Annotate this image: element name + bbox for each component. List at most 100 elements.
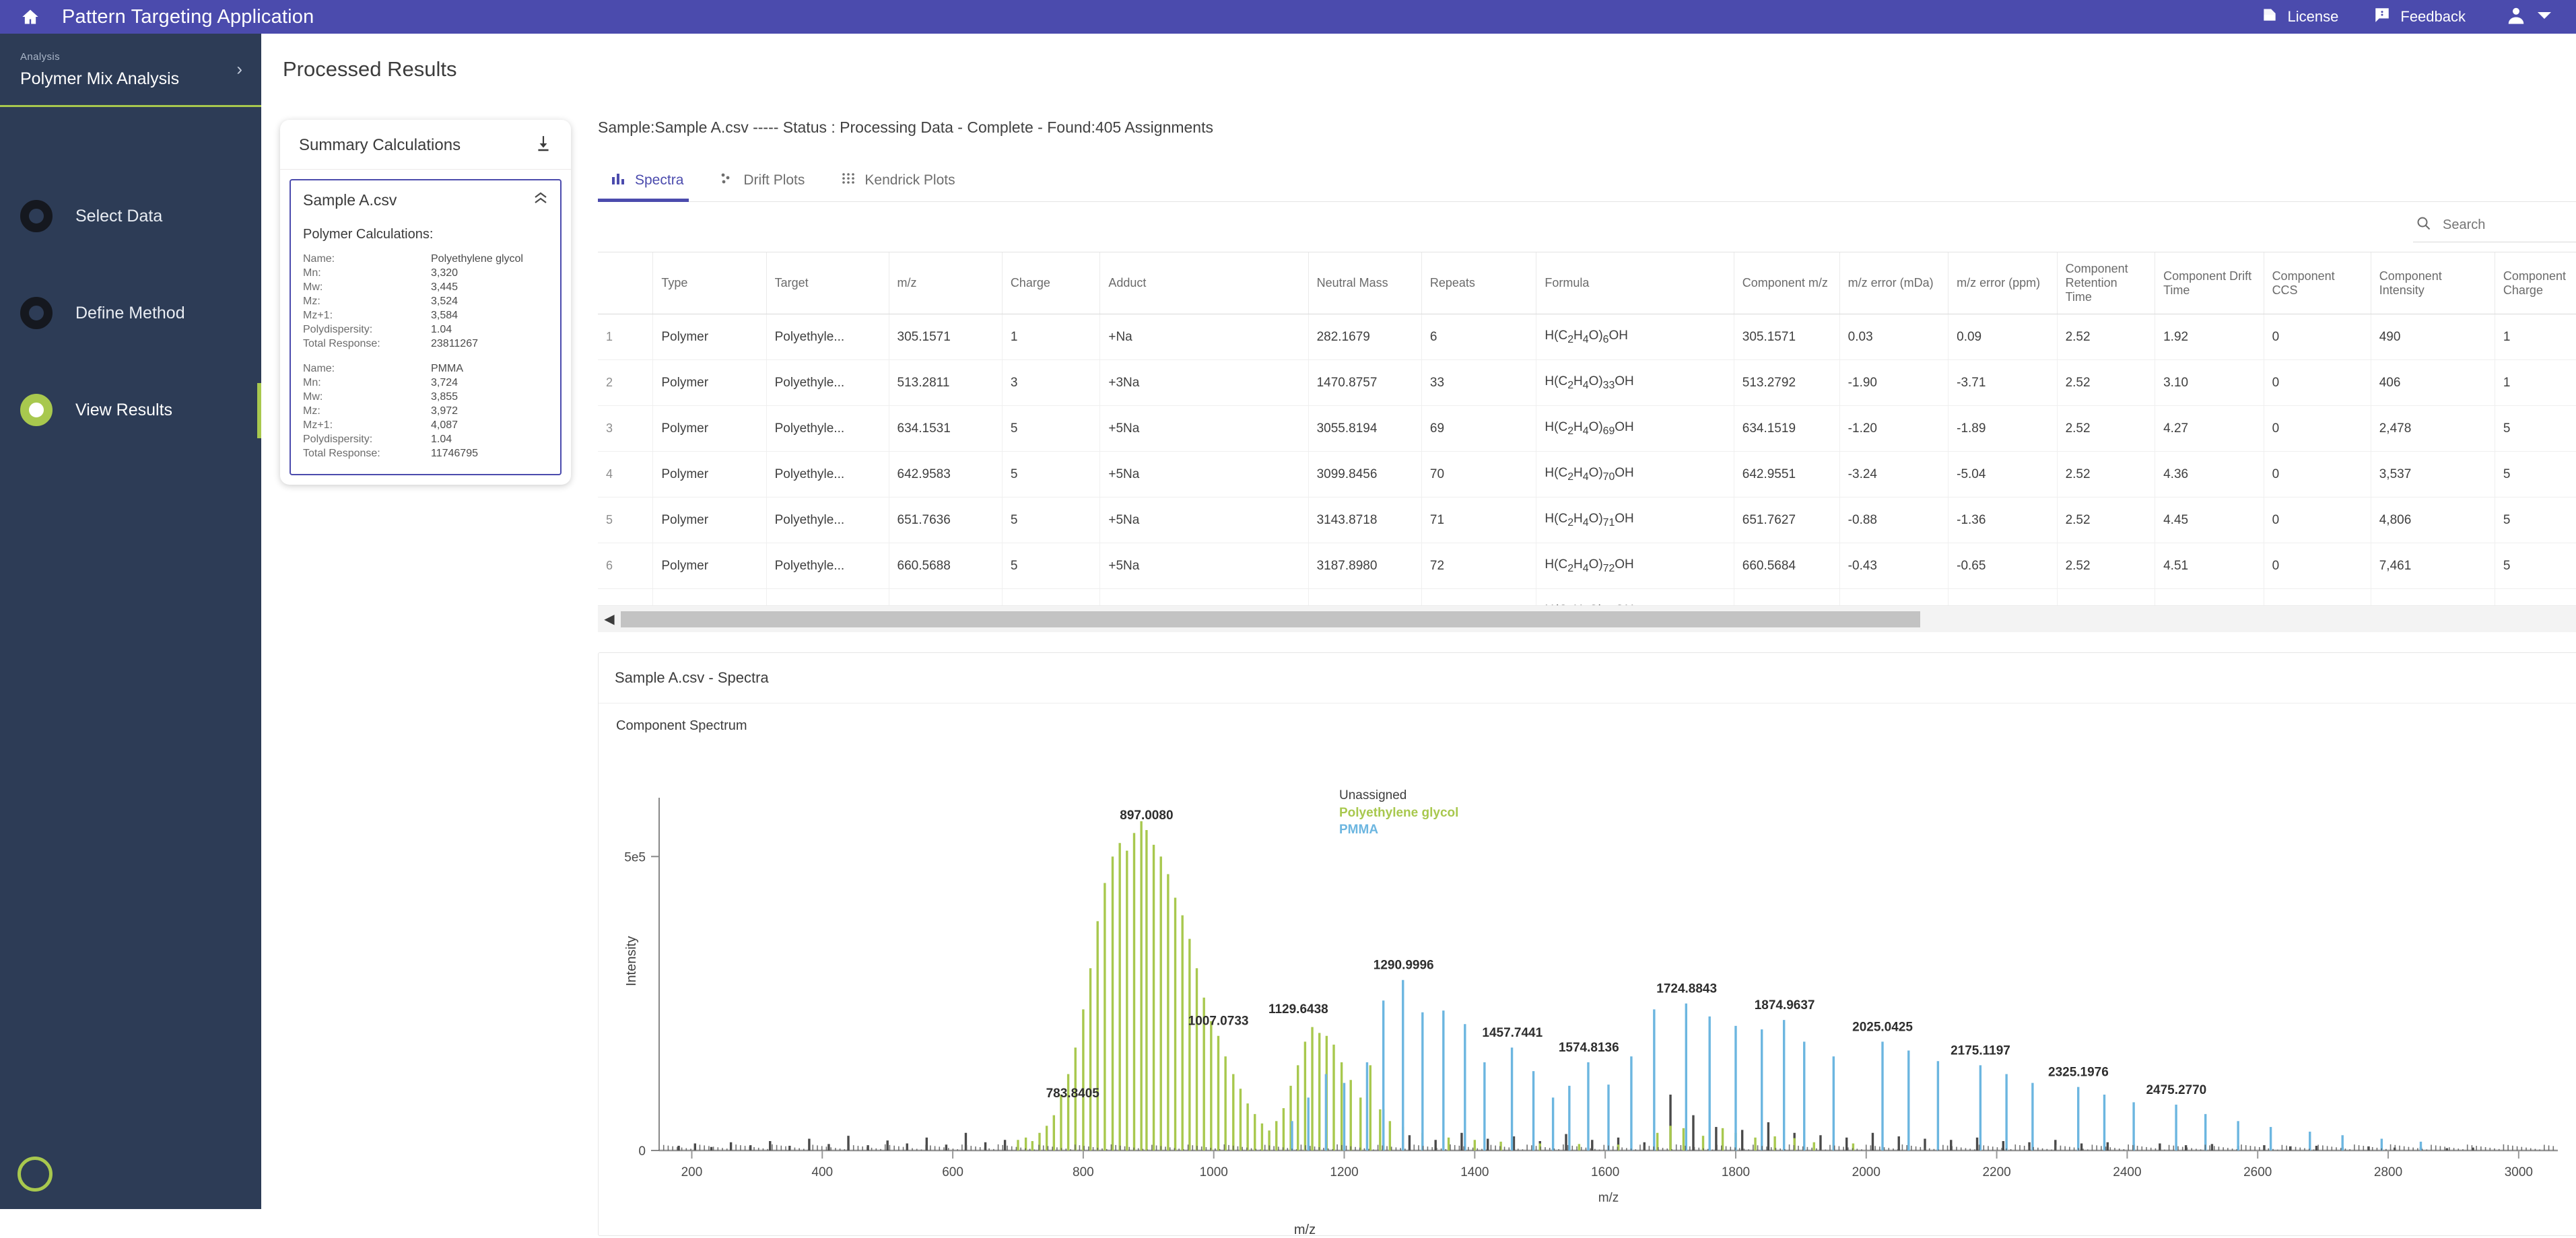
col-mz[interactable]: m/z — [889, 252, 1003, 314]
cell-drift-time: 4.46 — [2155, 588, 2264, 605]
cell-component-mz: 513.2792 — [1734, 359, 1840, 406]
cell-component-charge: 5 — [2495, 451, 2576, 497]
analysis-label: Analysis — [20, 51, 61, 63]
calc-key: Name: — [303, 252, 335, 265]
horizontal-scrollbar[interactable]: ◀ ▶ — [598, 605, 2576, 632]
cell-mz-error-ppm: -5.04 — [1948, 451, 2058, 497]
app-header: Pattern Targeting Application License Fe… — [0, 0, 2576, 34]
col-type[interactable]: Type — [652, 252, 767, 314]
calc-value: 1.04 — [431, 323, 452, 335]
table-row[interactable]: 7 Polymer Polyethyle... 665.8720 4 +4Na … — [598, 588, 2576, 605]
calc-row: Mw: 3,855 — [303, 390, 548, 404]
cell-type: Polymer — [652, 405, 767, 452]
workflow-steps: Select Data Define Method View Results — [0, 107, 263, 458]
col-component-retention-time[interactable]: Component Retention Time — [2057, 252, 2156, 314]
tab-drift-plots[interactable]: Drift Plots — [706, 162, 827, 201]
col-repeats[interactable]: Repeats — [1421, 252, 1537, 314]
calc-key: Mw: — [303, 281, 323, 293]
page-title: Processed Results — [283, 57, 457, 81]
sample-summary-box: Sample A.csv Polymer Calculations: Name:… — [290, 179, 562, 475]
home-icon[interactable] — [19, 5, 42, 28]
horizontal-scroll-track[interactable] — [621, 611, 2576, 627]
col-component-drift-time[interactable]: Component Drift Time — [2155, 252, 2264, 314]
horizontal-scroll-thumb[interactable] — [621, 611, 1920, 627]
table-row[interactable]: 5 Polymer Polyethyle... 651.7636 5 +5Na … — [598, 497, 2576, 543]
col-mz-error-mda[interactable]: m/z error (mDa) — [1839, 252, 1949, 314]
calc-row: Mn: 3,320 — [303, 266, 548, 280]
cell-repeats: 58 — [1421, 588, 1537, 605]
license-button[interactable]: License — [2243, 6, 2357, 28]
tab-kendrick-plots[interactable]: Kendrick Plots — [827, 162, 978, 201]
calc-key: Polydispersity: — [303, 323, 373, 335]
cell-ccs: 0 — [2264, 359, 2371, 406]
calc-value: 3,524 — [431, 295, 459, 307]
cell-drift-time: 4.27 — [2155, 405, 2264, 452]
cell-ccs: 0 — [2264, 497, 2371, 543]
col-component-mz[interactable]: Component m/z — [1734, 252, 1840, 314]
account-menu[interactable] — [2483, 5, 2556, 29]
cell-target: Polyethyle... — [766, 405, 889, 452]
col-component-charge[interactable]: Component Charge — [2495, 252, 2576, 314]
col-formula[interactable]: Formula — [1536, 252, 1734, 314]
chevron-right-icon[interactable]: › — [236, 59, 242, 80]
calc-key: Name: — [303, 362, 335, 374]
scroll-left-arrow-icon[interactable]: ◀ — [598, 611, 621, 627]
status-text: Sample:Sample A.csv ----- Status : Proce… — [598, 118, 1213, 136]
table-row[interactable]: 1 Polymer Polyethyle... 305.1571 1 +Na 2… — [598, 314, 2576, 360]
cell-neutral-mass: 282.1679 — [1308, 314, 1422, 360]
cell-component-charge: 1 — [2495, 314, 2576, 360]
chevron-up-double-icon[interactable] — [533, 191, 548, 207]
download-icon[interactable] — [535, 135, 552, 156]
cell-mz-error-mda: -0.43 — [1839, 543, 1949, 589]
calc-key: Mz+1: — [303, 419, 333, 431]
calc-row: Polydispersity: 1.04 — [303, 432, 548, 446]
cell-adduct: +5Na — [1099, 451, 1309, 497]
col-index[interactable] — [598, 252, 654, 314]
chart-legend: Unassigned Polyethylene glycol PMMA — [1339, 787, 1458, 839]
cell-mz: 513.2811 — [889, 359, 1003, 406]
cell-repeats: 72 — [1421, 543, 1537, 589]
cell-retention-time: 2.52 — [2057, 543, 2156, 589]
col-target[interactable]: Target — [766, 252, 889, 314]
cell-retention-time: 2.52 — [2057, 405, 2156, 452]
svg-text:1724.8843: 1724.8843 — [1656, 982, 1717, 996]
table-row[interactable]: 3 Polymer Polyethyle... 634.1531 5 +5Na … — [598, 405, 2576, 452]
help-icon[interactable] — [18, 1157, 53, 1192]
cell-target: Polyethyle... — [766, 451, 889, 497]
table-row[interactable]: 2 Polymer Polyethyle... 513.2811 3 +3Na … — [598, 359, 2576, 406]
svg-text:1200: 1200 — [1330, 1165, 1358, 1179]
feedback-button[interactable]: Feedback — [2356, 6, 2483, 28]
dots-icon — [841, 172, 856, 189]
cell-neutral-mass: 2571.5310 — [1308, 588, 1422, 605]
svg-text:2400: 2400 — [2113, 1165, 2141, 1179]
search-box[interactable] — [2413, 211, 2576, 242]
component-spectrum-plot[interactable]: Unassigned Polyethylene glycol PMMA Inte… — [599, 764, 2576, 1237]
col-mz-error-ppm[interactable]: m/z error (ppm) — [1948, 252, 2058, 314]
legend-item-unassigned: Unassigned — [1339, 788, 1407, 802]
search-input[interactable] — [2443, 217, 2576, 233]
cell-mz-error-ppm: 0.09 — [1948, 314, 2058, 360]
table-row[interactable]: 6 Polymer Polyethyle... 660.5688 5 +5Na … — [598, 543, 2576, 589]
tab-spectra[interactable]: Spectra — [598, 162, 706, 202]
calc-value: 3,584 — [431, 309, 459, 321]
cell-mz-error-ppm: -3.71 — [1948, 359, 2058, 406]
cell-repeats: 71 — [1421, 497, 1537, 543]
sidebar-item-view-results[interactable]: View Results — [0, 362, 263, 458]
cell-mz-error-mda: -1.90 — [1839, 359, 1949, 406]
col-charge[interactable]: Charge — [1002, 252, 1101, 314]
analysis-selector[interactable]: Analysis Polymer Mix Analysis › — [0, 34, 261, 107]
calc-key: Mz: — [303, 405, 320, 417]
col-component-ccs[interactable]: Component CCS — [2264, 252, 2371, 314]
grid-viewport[interactable]: Type Target m/z Charge Adduct Neutral Ma… — [598, 252, 2576, 605]
col-component-intensity[interactable]: Component Intensity — [2371, 252, 2495, 314]
spectra-card-header: Sample A.csv - Spectra — [599, 653, 2576, 703]
col-adduct[interactable]: Adduct — [1099, 252, 1309, 314]
calc-value: Polyethylene glycol — [431, 252, 523, 265]
cell-formula: H(C2H4O)69OH — [1536, 405, 1734, 452]
cell-charge: 5 — [1002, 543, 1101, 589]
tab-label: Drift Plots — [743, 172, 805, 188]
sidebar-item-define-method[interactable]: Define Method — [0, 265, 261, 362]
col-neutral-mass[interactable]: Neutral Mass — [1308, 252, 1422, 314]
sidebar-item-select-data[interactable]: Select Data — [0, 168, 261, 265]
table-row[interactable]: 4 Polymer Polyethyle... 642.9583 5 +5Na … — [598, 451, 2576, 497]
